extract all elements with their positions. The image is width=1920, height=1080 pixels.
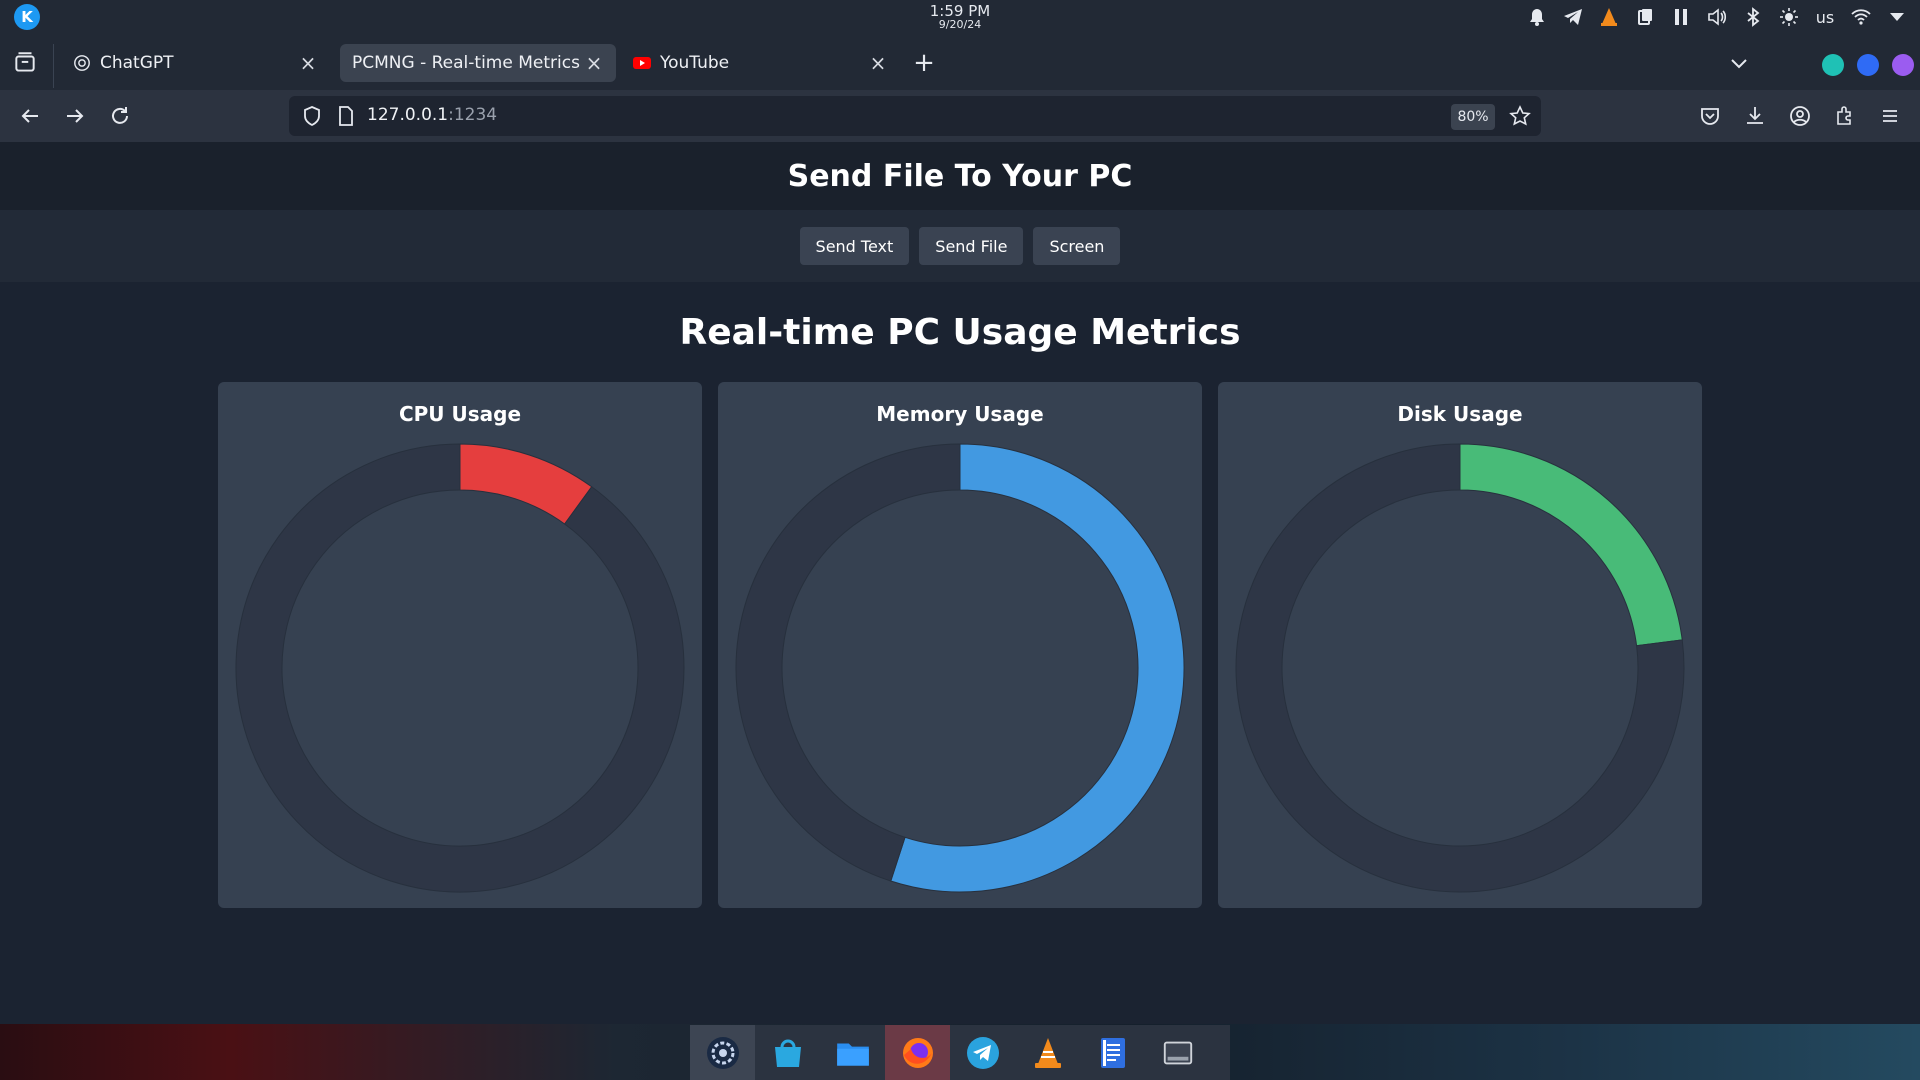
tab-title: PCMNG - Real-time Metrics bbox=[352, 53, 580, 73]
window-maximize-button[interactable] bbox=[1857, 54, 1879, 76]
disk-usage-doughnut-chart bbox=[1235, 443, 1685, 893]
url-text[interactable]: 127.0.0.1:1234 bbox=[367, 105, 497, 125]
window-close-button[interactable] bbox=[1892, 54, 1914, 76]
memory-usage-card: Memory Usage bbox=[718, 382, 1202, 908]
volume-icon[interactable] bbox=[1706, 6, 1728, 28]
cpu-usage-card: CPU Usage bbox=[218, 382, 702, 908]
tab-chatgpt[interactable]: ChatGPT × bbox=[60, 44, 330, 82]
wifi-icon[interactable] bbox=[1850, 6, 1872, 28]
chart-title: CPU Usage bbox=[398, 402, 522, 426]
action-buttons: Send Text Send File Screen bbox=[0, 210, 1920, 282]
remaining-arc bbox=[235, 443, 685, 893]
usage-arc bbox=[890, 443, 1185, 893]
close-tab-icon[interactable]: × bbox=[584, 51, 604, 75]
back-icon[interactable] bbox=[17, 103, 43, 129]
page-info-icon[interactable] bbox=[335, 105, 357, 127]
remaining-arc bbox=[735, 443, 961, 882]
send-file-button[interactable]: Send File bbox=[919, 227, 1024, 265]
tab-title: YouTube bbox=[660, 53, 730, 73]
navigation-bar: 127.0.0.1:1234 80% bbox=[0, 90, 1920, 142]
window-minimize-button[interactable] bbox=[1822, 54, 1844, 76]
brightness-icon[interactable] bbox=[1778, 6, 1800, 28]
system-tray: us bbox=[1526, 0, 1908, 34]
page-title: Send File To Your PC bbox=[787, 158, 1133, 194]
disk-usage-card: Disk Usage bbox=[1218, 382, 1702, 908]
task-manager-dock bbox=[690, 1025, 1230, 1080]
tab-strip: ChatGPT × PCMNG - Real-time Metrics × Yo… bbox=[0, 34, 1920, 90]
url-host: 127.0.0.1 bbox=[367, 105, 449, 125]
memory-usage-doughnut-chart bbox=[735, 443, 1185, 893]
discover-store-icon[interactable] bbox=[755, 1025, 820, 1080]
tab-youtube[interactable]: YouTube × bbox=[620, 44, 900, 82]
telegram-icon[interactable] bbox=[950, 1025, 1015, 1080]
cpu-usage-doughnut-chart bbox=[235, 443, 685, 893]
web-page: Send File To Your PC Send Text Send File… bbox=[0, 142, 1920, 1024]
clipboard-icon[interactable] bbox=[1634, 6, 1656, 28]
close-tab-icon[interactable]: × bbox=[868, 51, 888, 75]
page-header: Send File To Your PC bbox=[0, 142, 1920, 210]
vlc-icon[interactable] bbox=[1598, 6, 1620, 28]
clock[interactable]: 1:59 PM 9/20/24 bbox=[910, 3, 1010, 31]
telegram-icon[interactable] bbox=[1562, 6, 1584, 28]
bluetooth-icon[interactable] bbox=[1742, 6, 1764, 28]
screen-button[interactable]: Screen bbox=[1033, 227, 1121, 265]
top-panel: K 1:59 PM 9/20/24 us bbox=[0, 0, 1920, 34]
zoom-level-button[interactable]: 80% bbox=[1451, 104, 1495, 130]
text-editor-icon[interactable] bbox=[1080, 1025, 1145, 1080]
chart-title: Memory Usage bbox=[876, 402, 1044, 426]
tab-list-icon[interactable] bbox=[12, 50, 38, 76]
forward-icon[interactable] bbox=[62, 103, 88, 129]
youtube-icon bbox=[632, 53, 652, 73]
new-tab-button[interactable]: + bbox=[910, 50, 938, 79]
keyboard-layout-indicator[interactable]: us bbox=[1814, 6, 1836, 28]
address-bar[interactable]: 127.0.0.1:1234 80% bbox=[289, 96, 1541, 136]
bell-icon[interactable] bbox=[1526, 6, 1548, 28]
usage-arc bbox=[1459, 443, 1683, 647]
account-icon[interactable] bbox=[1787, 103, 1813, 129]
system-settings-icon[interactable] bbox=[690, 1025, 755, 1080]
clock-date: 9/20/24 bbox=[938, 18, 982, 31]
chatgpt-icon bbox=[72, 53, 92, 73]
extensions-icon[interactable] bbox=[1832, 103, 1858, 129]
list-all-tabs-icon[interactable] bbox=[1728, 52, 1750, 74]
tab-separator bbox=[53, 44, 54, 88]
tab-pcmng-metrics[interactable]: PCMNG - Real-time Metrics × bbox=[340, 44, 616, 82]
downloads-icon[interactable] bbox=[1742, 103, 1768, 129]
chevron-down-icon[interactable] bbox=[1886, 6, 1908, 28]
chart-title: Disk Usage bbox=[1397, 402, 1523, 426]
metric-cards: CPU Usage Memory Usage Disk Usage bbox=[218, 382, 1702, 908]
pocket-icon[interactable] bbox=[1697, 103, 1723, 129]
url-port: :1234 bbox=[448, 105, 498, 125]
tab-title: ChatGPT bbox=[100, 53, 174, 73]
close-tab-icon[interactable]: × bbox=[298, 51, 318, 75]
files-folder-icon[interactable] bbox=[820, 1025, 885, 1080]
reload-icon[interactable] bbox=[107, 103, 133, 129]
pause-icon[interactable] bbox=[1670, 6, 1692, 28]
menu-icon[interactable] bbox=[1877, 103, 1903, 129]
send-text-button[interactable]: Send Text bbox=[799, 227, 910, 265]
clock-time: 1:59 PM bbox=[929, 2, 991, 20]
kde-app-launcher-icon[interactable]: K bbox=[14, 4, 40, 30]
terminal-icon[interactable] bbox=[1145, 1025, 1210, 1080]
usage-arc bbox=[459, 443, 593, 525]
shield-icon[interactable] bbox=[301, 105, 323, 127]
firefox-icon[interactable] bbox=[885, 1025, 950, 1080]
bookmark-star-icon[interactable] bbox=[1509, 105, 1531, 127]
metrics-title: Real-time PC Usage Metrics bbox=[679, 312, 1241, 353]
vlc-icon[interactable] bbox=[1015, 1025, 1080, 1080]
